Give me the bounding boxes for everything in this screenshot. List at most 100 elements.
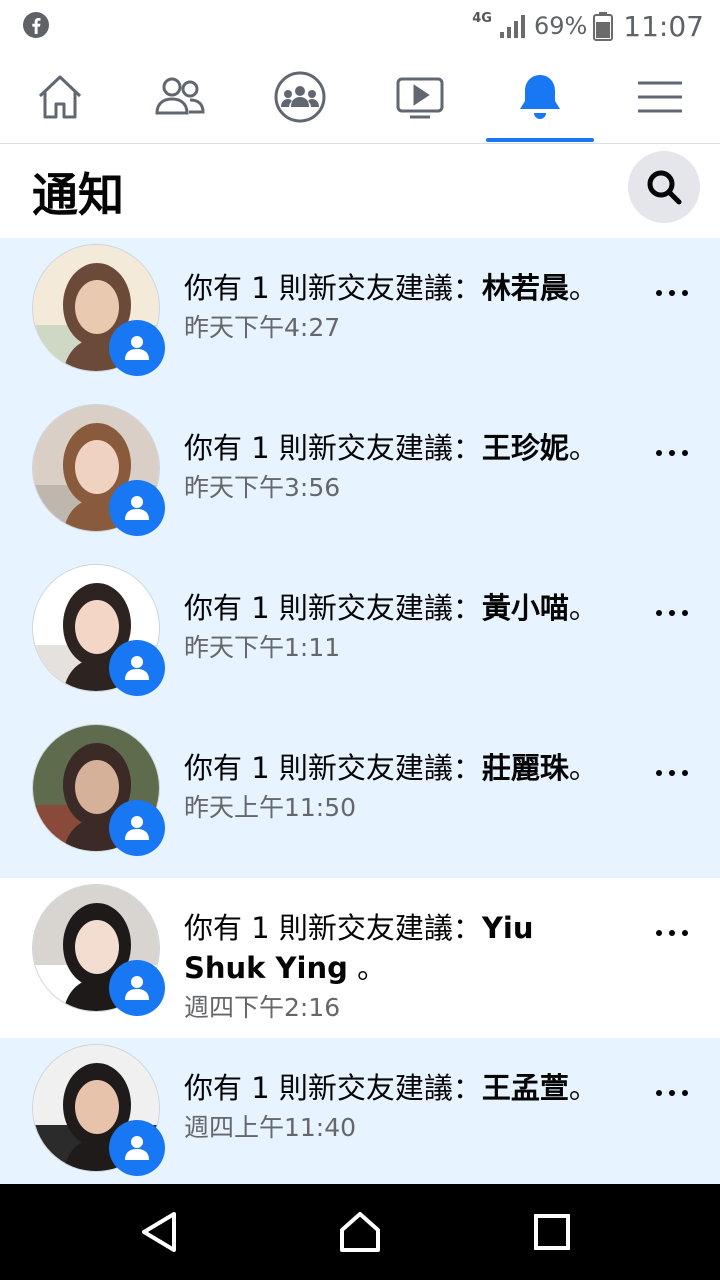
avatar[interactable] (32, 564, 165, 696)
tab-home[interactable] (6, 52, 114, 142)
search-icon (647, 170, 682, 205)
avatar[interactable] (32, 724, 165, 856)
more-dot (682, 930, 688, 936)
more-dot (682, 450, 688, 456)
notification-item[interactable]: 你有 1 則新交友建議：王珍妮。 昨天下午3:56 (0, 398, 720, 558)
person-icon (125, 496, 149, 520)
more-options-button[interactable] (652, 438, 692, 468)
notification-time: 週四下午2:16 (184, 993, 341, 1022)
suggested-friend-name: 林若晨 (481, 271, 569, 305)
notification-time: 昨天下午3:56 (184, 473, 341, 502)
notification-time: 週四上午11:40 (184, 1113, 357, 1142)
tab-watch[interactable] (366, 52, 474, 142)
avatar[interactable] (32, 1044, 165, 1176)
friends-icon (155, 77, 205, 115)
tab-menu[interactable] (606, 52, 714, 142)
notification-prefix: 你有 1 則新交友建議： (184, 751, 482, 785)
notification-text: 你有 1 則新交友建議：王孟萱。 (184, 1068, 624, 1108)
tab-groups[interactable] (246, 52, 354, 142)
notification-prefix: 你有 1 則新交友建議： (184, 271, 482, 305)
battery-percentage: 69% (533, 12, 588, 40)
person-icon (125, 336, 149, 360)
avatar[interactable] (32, 884, 165, 1016)
page-title: 通知 (32, 168, 124, 222)
tab-friends[interactable] (126, 52, 234, 142)
avatar[interactable] (32, 244, 165, 376)
notification-suffix: 。 (568, 751, 598, 785)
more-dot (669, 1090, 675, 1096)
back-button-icon[interactable] (136, 1208, 184, 1256)
person-icon (125, 656, 149, 680)
more-dot (656, 610, 662, 616)
tab-bar (0, 52, 720, 144)
notification-item[interactable]: 你有 1 則新交友建議：黃小喵。 昨天下午1:11 (0, 558, 720, 718)
friend-suggestion-badge (109, 640, 165, 696)
facebook-icon (23, 12, 49, 38)
more-dot (682, 610, 688, 616)
video-icon (396, 77, 444, 119)
notification-text: 你有 1 則新交友建議：黃小喵。 (184, 588, 624, 628)
person-icon (125, 816, 149, 840)
bell-icon (520, 75, 560, 119)
notification-time: 昨天下午1:11 (184, 633, 341, 662)
more-dot (656, 290, 662, 296)
active-tab-indicator (486, 138, 594, 142)
notification-suffix: 。 (568, 591, 598, 625)
notification-suffix: 。 (568, 1071, 598, 1105)
more-dot (656, 450, 662, 456)
notification-prefix: 你有 1 則新交友建議： (184, 1071, 482, 1105)
notification-text: 你有 1 則新交友建議：Yiu Shuk Ying 。 (184, 908, 624, 988)
notification-text: 你有 1 則新交友建議：林若晨。 (184, 268, 624, 308)
notification-time: 昨天上午11:50 (184, 793, 357, 822)
friend-suggestion-badge (109, 320, 165, 376)
suggested-friend-name: 王孟萱 (481, 1071, 569, 1105)
recents-button-icon[interactable] (528, 1208, 576, 1256)
notification-item[interactable]: 你有 1 則新交友建議：莊麗珠。 昨天上午11:50 (0, 718, 720, 878)
more-dot (682, 1090, 688, 1096)
suggested-friend-name: 王珍妮 (481, 431, 569, 465)
suggested-friend-name: 莊麗珠 (481, 751, 569, 785)
notification-item[interactable]: 你有 1 則新交友建議：王孟萱。 週四上午11:40 (0, 1038, 720, 1184)
notification-item[interactable]: 你有 1 則新交友建議：林若晨。 昨天下午4:27 (0, 238, 720, 398)
search-button[interactable] (628, 151, 700, 223)
tab-notifications[interactable] (486, 52, 594, 142)
notification-text: 你有 1 則新交友建議：莊麗珠。 (184, 748, 624, 788)
battery-icon (593, 12, 614, 41)
notification-suffix: 。 (568, 271, 598, 305)
more-options-button[interactable] (652, 1078, 692, 1108)
hamburger-menu-icon (638, 81, 682, 113)
more-dot (669, 770, 675, 776)
groups-icon (274, 71, 326, 123)
home-icon (38, 75, 82, 119)
home-button-icon[interactable] (336, 1208, 384, 1256)
notification-prefix: 你有 1 則新交友建議： (184, 431, 482, 465)
signal-icon (499, 15, 525, 38)
notification-suffix: 。 (568, 431, 598, 465)
android-navigation-bar (0, 1184, 720, 1280)
notification-time: 昨天下午4:27 (184, 313, 341, 342)
notification-prefix: 你有 1 則新交友建議： (184, 911, 482, 945)
more-options-button[interactable] (652, 918, 692, 948)
notification-item[interactable]: 你有 1 則新交友建議：Yiu Shuk Ying 。 週四下午2:16 (0, 878, 720, 1038)
more-dot (669, 290, 675, 296)
more-dot (656, 1090, 662, 1096)
notification-list: 你有 1 則新交友建議：林若晨。 昨天下午4:27 你有 1 則新交友建議：王珍… (0, 238, 720, 1184)
more-dot (669, 930, 675, 936)
notification-text: 你有 1 則新交友建議：王珍妮。 (184, 428, 624, 468)
person-icon (125, 976, 149, 1000)
person-icon (125, 1136, 149, 1160)
notification-suffix: 。 (347, 951, 387, 985)
suggested-friend-name: 黃小喵 (481, 591, 569, 625)
more-options-button[interactable] (652, 598, 692, 628)
more-dot (682, 290, 688, 296)
notification-prefix: 你有 1 則新交友建議： (184, 591, 482, 625)
more-dot (669, 610, 675, 616)
friend-suggestion-badge (109, 480, 165, 536)
more-options-button[interactable] (652, 758, 692, 788)
friend-suggestion-badge (109, 800, 165, 856)
friend-suggestion-badge (109, 960, 165, 1016)
avatar[interactable] (32, 404, 165, 536)
more-dot (682, 770, 688, 776)
more-dot (656, 930, 662, 936)
more-options-button[interactable] (652, 278, 692, 308)
